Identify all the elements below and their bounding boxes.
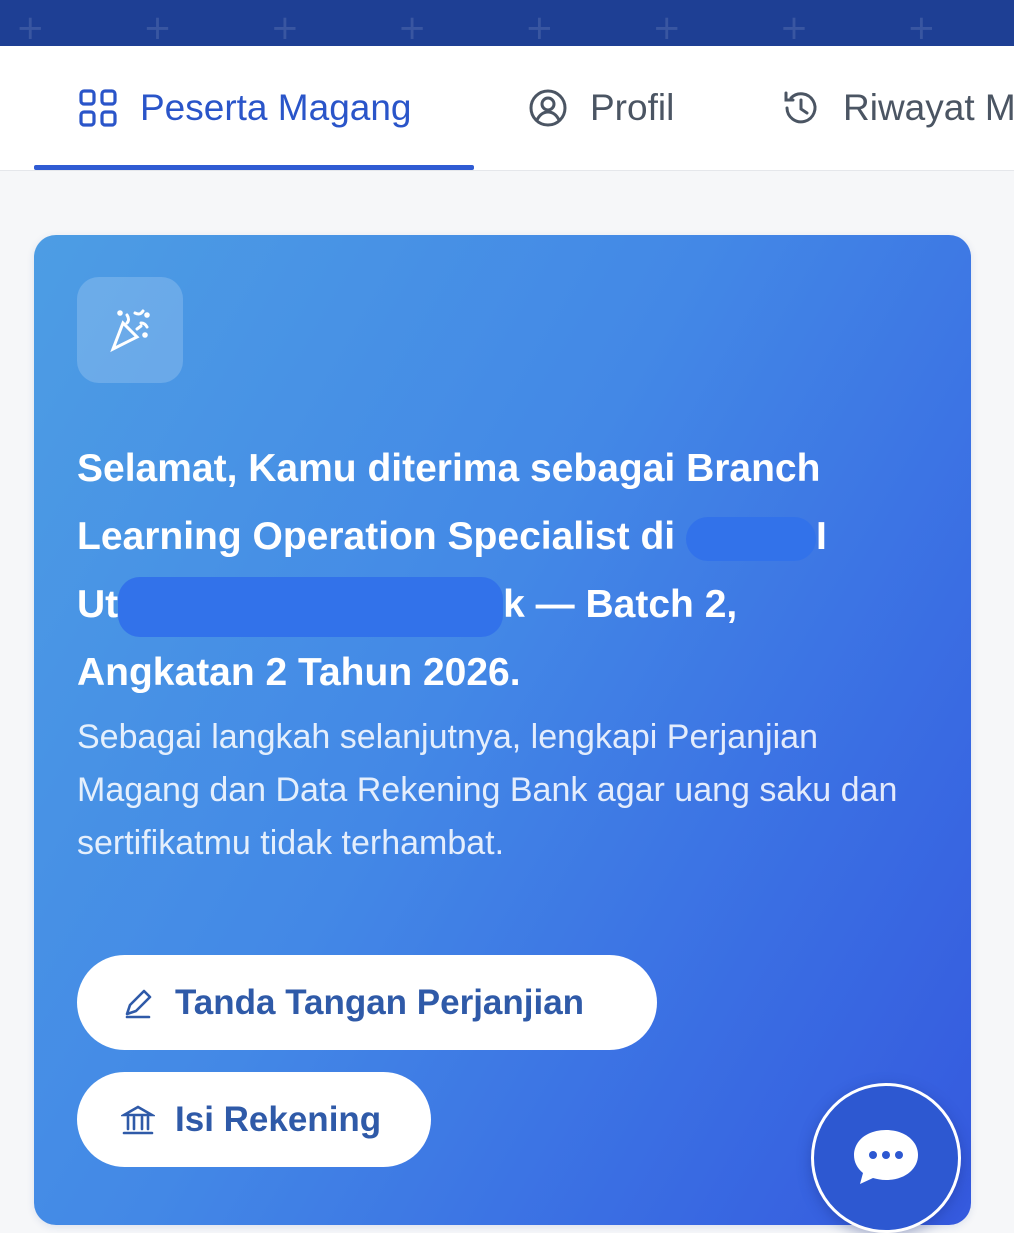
headline: Selamat, Kamu diterima sebagai Branch Le… <box>77 435 937 707</box>
headline-text: I <box>815 515 827 558</box>
chat-bubble-icon <box>854 1130 918 1184</box>
tab-peserta-magang[interactable]: Peserta Magang <box>78 46 412 170</box>
banner-pattern: + + + + + + + + + + + + + <box>16 8 1014 46</box>
sign-agreement-button[interactable]: Tanda Tangan Perjanjian <box>77 955 657 1050</box>
bank-icon <box>121 1105 155 1134</box>
history-icon <box>784 91 817 124</box>
button-label: Isi Rekening <box>175 1099 382 1139</box>
headline-line: Ut k — Batch 2, <box>77 571 937 639</box>
headline-text: Ut <box>77 583 119 626</box>
user-circle-icon <box>529 89 567 127</box>
headline-text: Learning Operation Specialist di <box>77 515 686 558</box>
grid-icon <box>79 89 117 127</box>
active-tab-indicator <box>34 165 474 170</box>
tab-bar: Peserta Magang Profil Riwayat M <box>0 46 1014 171</box>
tab-riwayat[interactable]: Riwayat M <box>781 46 1014 170</box>
instruction-text: Sebagai langkah selanjutnya, lengkapi Pe… <box>77 718 898 862</box>
headline-line: Angkatan 2 Tahun 2026. <box>77 651 521 694</box>
tab-profil[interactable]: Profil <box>528 46 674 170</box>
top-banner: + + + + + + + + + + + + + <box>0 0 1014 46</box>
badge <box>77 277 183 383</box>
tab-label: Profil <box>590 87 675 128</box>
chat-button[interactable] <box>811 1083 961 1233</box>
button-label: Tanda Tangan Perjanjian <box>175 982 585 1022</box>
headline-line: Learning Operation Specialist di I <box>77 503 937 571</box>
headline-line: Selamat, Kamu diterima sebagai Branch <box>77 447 821 490</box>
redacted-text <box>685 516 816 561</box>
acceptance-card: Selamat, Kamu diterima sebagai Branch Le… <box>34 235 971 1225</box>
party-popper-icon <box>110 309 150 353</box>
redacted-text <box>118 576 504 637</box>
headline-text: k — Batch 2, <box>503 583 738 626</box>
tab-label: Riwayat M <box>843 87 1014 128</box>
pencil-icon <box>125 989 152 1018</box>
tab-label: Peserta Magang <box>140 87 412 128</box>
fill-bank-account-button[interactable]: Isi Rekening <box>77 1072 431 1167</box>
